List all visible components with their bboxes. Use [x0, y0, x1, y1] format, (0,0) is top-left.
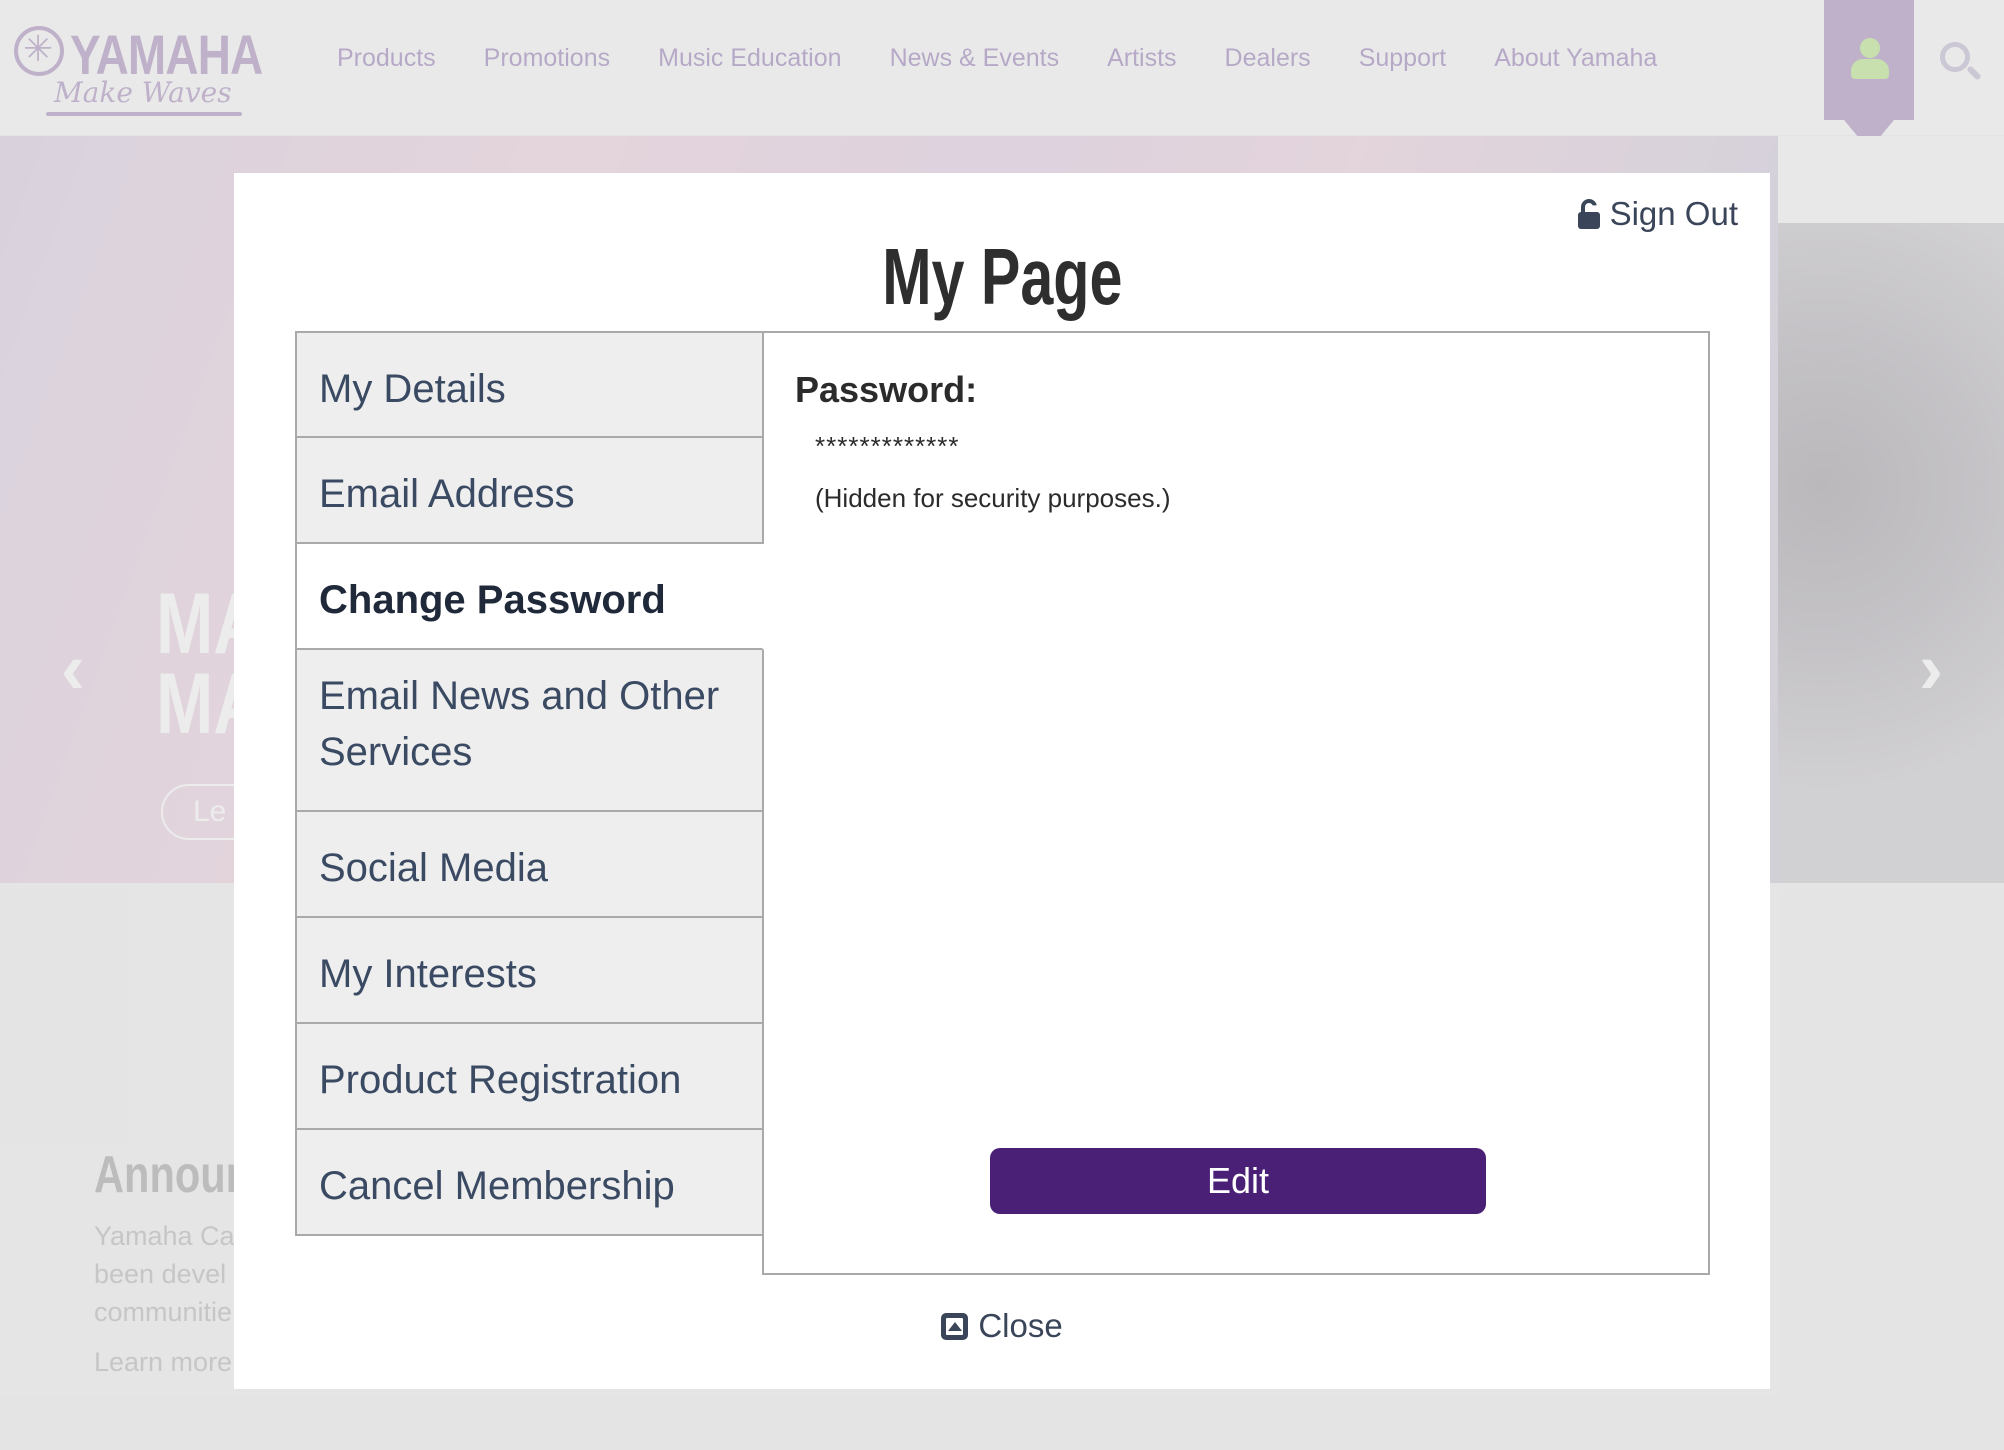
sidebar-item-social-media[interactable]: Social Media: [295, 812, 764, 918]
sidebar-item-product-registration[interactable]: Product Registration: [295, 1024, 764, 1130]
sign-out-label: Sign Out: [1609, 195, 1738, 232]
account-sidebar: My Details Email Address Change Password…: [295, 331, 764, 1236]
sidebar-item-cancel-membership[interactable]: Cancel Membership: [295, 1130, 764, 1236]
caret-square-up-icon: [941, 1312, 969, 1340]
edit-button[interactable]: Edit: [990, 1148, 1486, 1214]
sidebar-item-email-address[interactable]: Email Address: [295, 438, 764, 544]
sidebar-item-change-password[interactable]: Change Password: [295, 544, 764, 650]
close-label: Close: [978, 1307, 1063, 1344]
password-masked-value: *************: [815, 431, 960, 461]
sidebar-item-my-interests[interactable]: My Interests: [295, 918, 764, 1024]
password-hidden-note: (Hidden for security purposes.): [815, 483, 1171, 513]
unlock-icon: [1577, 199, 1600, 229]
password-label: Password:: [795, 369, 978, 410]
sidebar-item-my-details[interactable]: My Details: [295, 331, 764, 438]
page-title: My Page: [234, 231, 1770, 323]
my-page-modal: Sign Out My Page My Details Email Addres…: [234, 173, 1770, 1389]
sidebar-item-email-news[interactable]: Email News and Other Services: [295, 650, 764, 812]
sign-out-button[interactable]: Sign Out: [1577, 195, 1738, 233]
close-button[interactable]: Close: [234, 1307, 1770, 1345]
password-panel: Password: ************* (Hidden for secu…: [762, 331, 1710, 1275]
page-title-text: My Page: [881, 232, 1123, 321]
